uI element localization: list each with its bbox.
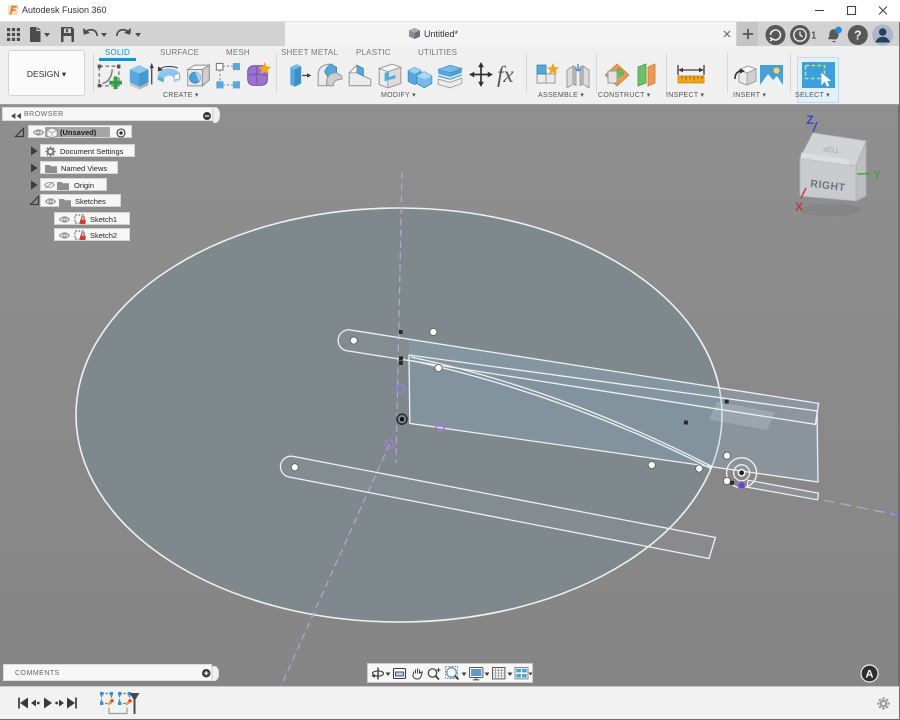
svg-text:Y: Y (873, 168, 881, 182)
svg-text:A: A (866, 669, 874, 681)
svg-text:Z: Z (806, 113, 813, 127)
svg-text:fx: fx (497, 62, 514, 87)
svg-text:?: ? (854, 29, 862, 43)
svg-text:1: 1 (811, 31, 817, 42)
svg-text:X: X (795, 200, 803, 214)
